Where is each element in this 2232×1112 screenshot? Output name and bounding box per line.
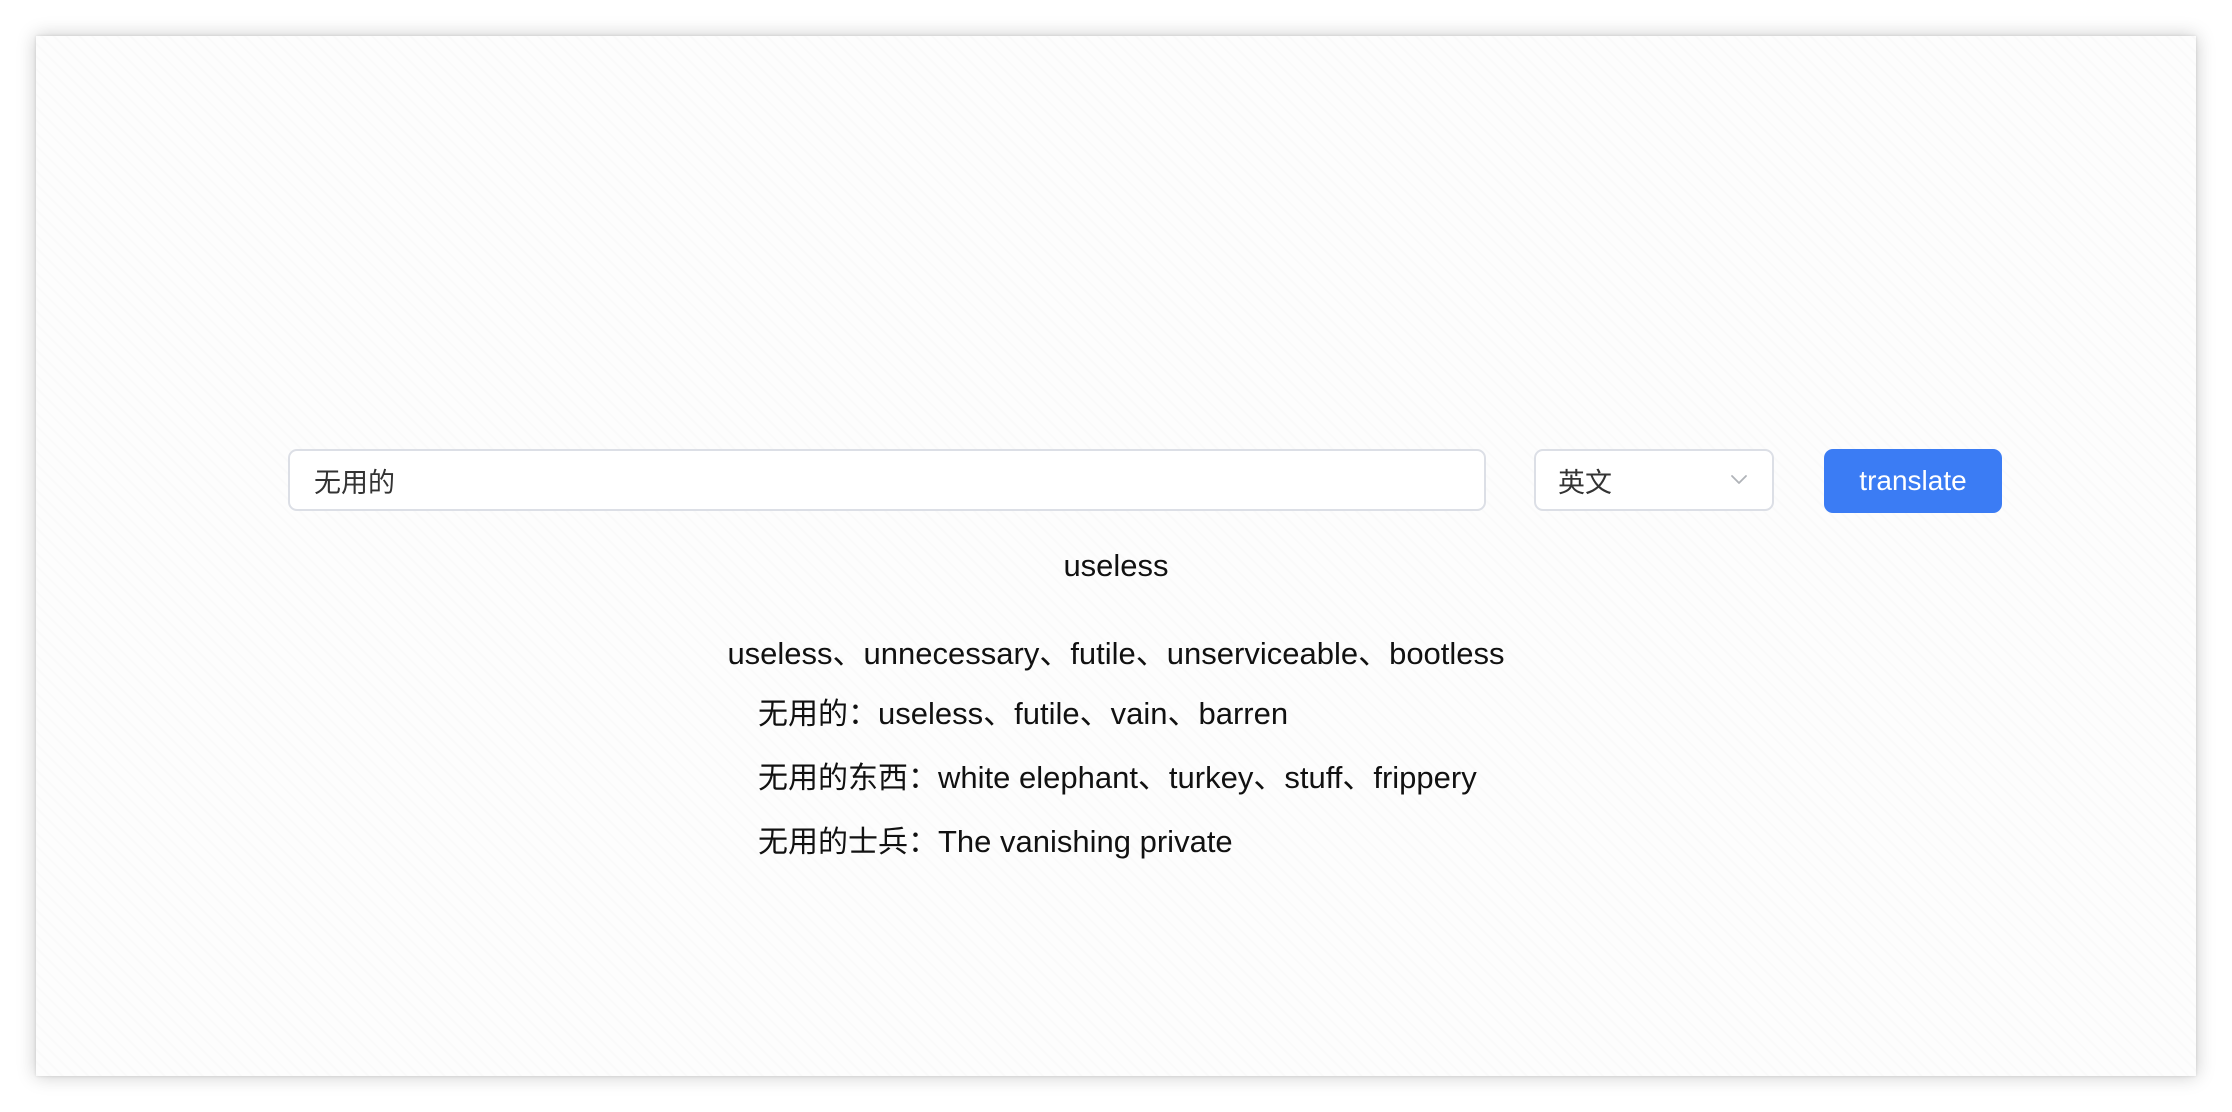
phrase-key: 无用的东西： [758,761,938,796]
synonyms-line: useless、unnecessary、futile、unserviceable… [727,636,1505,671]
phrase-key: 无用的士兵： [758,825,938,860]
target-language-value: 英文 [1558,467,1612,499]
phrase-item: 无用的士兵：The vanishing private [758,820,1477,884]
phrase-list: 无用的：useless、futile、vain、barren 无用的东西：whi… [758,692,1477,884]
phrase-key: 无用的： [758,697,878,732]
phrase-value: white elephant、turkey、stuff、frippery [938,760,1477,795]
target-language-select[interactable]: 英文 [1534,449,1774,511]
phrase-item: 无用的：useless、futile、vain、barren [758,692,1477,756]
translate-button[interactable]: translate [1824,449,2002,513]
chevron-down-icon [1728,469,1750,491]
app-window: 英文 translate useless useless、unnecessary… [36,36,2196,1076]
source-text-input[interactable] [288,449,1486,511]
phrase-value: useless、futile、vain、barren [878,696,1289,731]
translate-toolbar: 英文 translate [288,449,2002,513]
main-translation: useless [1063,548,1169,583]
phrase-value: The vanishing private [938,824,1233,859]
phrase-item: 无用的东西：white elephant、turkey、stuff、frippe… [758,756,1477,820]
